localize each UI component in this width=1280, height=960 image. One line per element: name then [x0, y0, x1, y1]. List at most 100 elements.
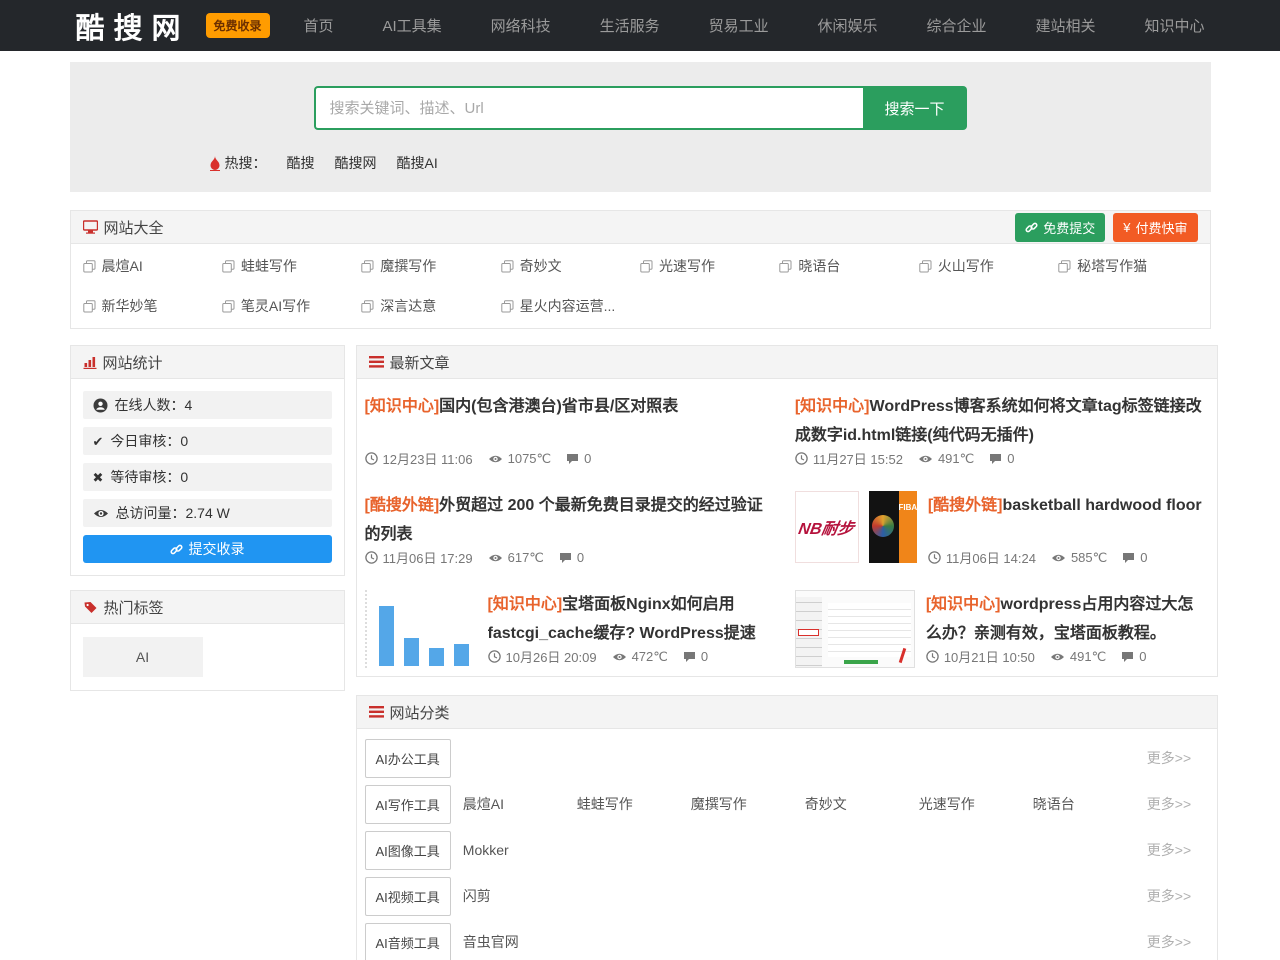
- site-link[interactable]: 蛙蛙写作: [222, 256, 361, 276]
- more-link[interactable]: 更多>>: [1147, 748, 1209, 768]
- site-link[interactable]: 星火内容运营...: [501, 296, 640, 316]
- site-link[interactable]: 深言达意: [361, 296, 500, 316]
- search-button[interactable]: 搜索一下: [863, 86, 967, 130]
- category-site-link[interactable]: Mokker: [463, 842, 577, 858]
- hot-search-label: 热搜：: [225, 153, 267, 173]
- category-row: AI办公工具 更多>>: [365, 735, 1210, 781]
- submit-site-button[interactable]: 提交收录: [83, 535, 332, 563]
- site-link[interactable]: 火山写作: [919, 256, 1058, 276]
- stat-pending-review: ✖ 等待审核：0: [83, 463, 332, 491]
- paid-review-label: 付费快审: [1135, 218, 1187, 237]
- category-site-link[interactable]: 音虫官网: [463, 932, 577, 952]
- stat-today-reviewed: ✔ 今日审核：0: [83, 427, 332, 455]
- site-link[interactable]: 秘塔写作猫: [1058, 256, 1197, 276]
- nav-item-life-services[interactable]: 生活服务: [600, 15, 660, 36]
- nav-item-entertainment[interactable]: 休闲娱乐: [818, 15, 878, 36]
- thumb-admin-button: [844, 660, 878, 664]
- category-label[interactable]: AI音频工具: [365, 923, 451, 960]
- category-label[interactable]: AI视频工具: [365, 877, 451, 916]
- site-link[interactable]: 笔灵AI写作: [222, 296, 361, 316]
- nav-item-ai-tools[interactable]: AI工具集: [383, 15, 442, 36]
- category-label[interactable]: AI图像工具: [365, 831, 451, 870]
- category-site-link[interactable]: 奇妙文: [805, 794, 919, 814]
- eye-icon: [918, 454, 933, 464]
- thumb-chart-bar: [379, 606, 394, 666]
- category-site-link[interactable]: 晓语台: [1033, 794, 1147, 814]
- thumb-admin-highlight: [798, 629, 819, 636]
- comment-icon: [559, 552, 572, 564]
- clock-icon: [795, 452, 808, 465]
- category-site-link[interactable]: 魔撰写作: [691, 794, 805, 814]
- comment-icon: [566, 453, 579, 465]
- clock-icon: [365, 452, 378, 465]
- copy-icon: [222, 260, 235, 273]
- free-submit-button[interactable]: 免费提交: [1015, 213, 1105, 242]
- article-title-link[interactable]: [知识中心]wordpress占用内容过大怎么办？亲测有效，宝塔面板教程。: [926, 590, 1205, 643]
- article-title-link[interactable]: [知识中心]国内(包含港澳台)省市县/区对照表: [365, 392, 775, 421]
- free-submit-badge[interactable]: 免费收录: [206, 13, 270, 38]
- site-logo[interactable]: 酷搜网: [76, 5, 190, 47]
- copy-icon: [640, 260, 653, 273]
- more-link[interactable]: 更多>>: [1147, 840, 1209, 860]
- free-submit-label: 免费提交: [1043, 218, 1095, 237]
- copy-icon: [501, 300, 514, 313]
- nav-item-knowledge[interactable]: 知识中心: [1144, 15, 1204, 36]
- article-meta: 11月06日 14:24 585℃ 0: [928, 548, 1205, 567]
- article-item: NB耐步 FIBA [酷搜外链]basketball hardwood floo…: [787, 478, 1217, 577]
- stat-total-visits: 总访问量：2.74 W: [83, 499, 332, 527]
- site-link[interactable]: 奇妙文: [501, 256, 640, 276]
- copy-icon: [501, 260, 514, 273]
- paid-review-button[interactable]: ¥ 付费快审: [1113, 213, 1197, 242]
- more-link[interactable]: 更多>>: [1147, 794, 1209, 814]
- article-thumbnail[interactable]: [365, 590, 477, 668]
- site-directory-panel: 网站大全 免费提交 ¥ 付费快审 晨煊AI 蛙蛙写作 魔撰写作 奇妙文 光速写作…: [70, 210, 1211, 329]
- category-site-link[interactable]: 光速写作: [919, 794, 1033, 814]
- basketball-icon: [872, 515, 894, 537]
- fire-icon: [209, 156, 221, 171]
- hot-search-link[interactable]: 酷搜AI: [397, 153, 438, 173]
- category-site-link[interactable]: 闪剪: [463, 886, 577, 906]
- article-thumbnail[interactable]: NB耐步 FIBA: [795, 491, 917, 563]
- more-link[interactable]: 更多>>: [1147, 932, 1209, 952]
- thumb-chart-bar: [404, 638, 419, 666]
- site-link[interactable]: 魔撰写作: [361, 256, 500, 276]
- category-site-link[interactable]: 晨煊AI: [463, 794, 577, 814]
- thumb-nb-logo: NB耐步: [797, 515, 856, 539]
- hot-search-link[interactable]: 酷搜网: [335, 153, 377, 173]
- menu-bars-icon: [369, 706, 384, 718]
- article-title-link[interactable]: [酷搜外链]basketball hardwood floor: [928, 491, 1205, 520]
- nav-item-home[interactable]: 首页: [304, 15, 334, 36]
- search-input[interactable]: [314, 86, 863, 130]
- category-label[interactable]: AI写作工具: [365, 785, 451, 824]
- hot-search-link[interactable]: 酷搜: [287, 153, 315, 173]
- copy-icon: [361, 300, 374, 313]
- site-link[interactable]: 晓语台: [779, 256, 918, 276]
- article-title-link[interactable]: [酷搜外链]外贸超过 200 个最新免费目录提交的经过验证的列表: [365, 491, 775, 544]
- eye-icon: [612, 652, 627, 662]
- eye-icon: [1050, 652, 1065, 662]
- latest-articles-title: 最新文章: [390, 352, 450, 373]
- category-site-link[interactable]: 蛙蛙写作: [577, 794, 691, 814]
- stats-panel: 网站统计 在线人数：4 ✔ 今日审核：0 ✖ 等待审: [70, 345, 345, 576]
- site-link[interactable]: 晨煊AI: [83, 256, 222, 276]
- category-label[interactable]: AI办公工具: [365, 739, 451, 778]
- nav-item-trade-industry[interactable]: 贸易工业: [709, 15, 769, 36]
- article-title-link[interactable]: [知识中心]WordPress博客系统如何将文章tag标签链接改成数字id.ht…: [795, 392, 1205, 445]
- nav-item-network-tech[interactable]: 网络科技: [491, 15, 551, 36]
- nav-item-enterprise[interactable]: 综合企业: [927, 15, 987, 36]
- article-title-link[interactable]: [知识中心]宝塔面板Nginx如何启用 fastcgi_cache缓存? Wor…: [488, 590, 775, 643]
- hot-tags-panel: 热门标签 AI: [70, 590, 345, 691]
- site-link[interactable]: 光速写作: [640, 256, 779, 276]
- more-link[interactable]: 更多>>: [1147, 886, 1209, 906]
- hot-tags-title: 热门标签: [104, 597, 164, 618]
- tag-ai[interactable]: AI: [83, 637, 203, 677]
- article-thumbnail[interactable]: [795, 590, 915, 668]
- article-item: [知识中心]宝塔面板Nginx如何启用 fastcgi_cache缓存? Wor…: [357, 577, 787, 676]
- article-grid: [知识中心]国内(包含港澳台)省市县/区对照表 12月23日 11:06 107…: [357, 379, 1218, 676]
- site-categories-title: 网站分类: [390, 702, 450, 723]
- stat-online-users: 在线人数：4: [83, 391, 332, 419]
- latest-articles-panel: 最新文章 [知识中心]国内(包含港澳台)省市县/区对照表 12月23日 11:0…: [356, 345, 1219, 677]
- eye-icon: [93, 508, 109, 519]
- site-link[interactable]: 新华妙笔: [83, 296, 222, 316]
- nav-item-site-building[interactable]: 建站相关: [1035, 15, 1095, 36]
